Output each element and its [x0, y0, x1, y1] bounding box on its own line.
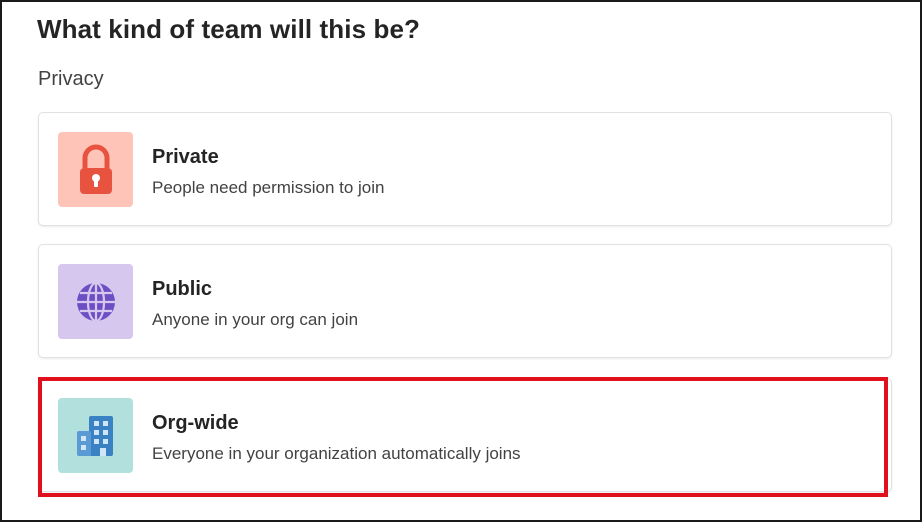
- option-description: Everyone in your organization automatica…: [152, 444, 521, 463]
- public-tile: [58, 264, 133, 339]
- building-icon: [76, 415, 113, 456]
- lock-icon: [79, 144, 112, 194]
- org-wide-tile: [58, 398, 133, 473]
- option-description: People need permission to join: [152, 178, 385, 197]
- globe-icon: [76, 281, 115, 322]
- option-name: Private: [152, 146, 219, 168]
- option-name: Public: [152, 278, 213, 300]
- privacy-label: Privacy: [38, 68, 104, 90]
- option-name: Org-wide: [152, 412, 239, 434]
- option-org-wide[interactable]: Org-wide Everyone in your organization a…: [38, 378, 892, 492]
- private-tile: [58, 132, 133, 207]
- create-team-dialog: What kind of team will this be? Privacy …: [0, 0, 922, 522]
- option-public[interactable]: Public Anyone in your org can join: [38, 244, 892, 358]
- option-private[interactable]: Private People need permission to join: [38, 112, 892, 226]
- dialog-title: What kind of team will this be?: [37, 14, 421, 44]
- option-description: Anyone in your org can join: [152, 310, 359, 329]
